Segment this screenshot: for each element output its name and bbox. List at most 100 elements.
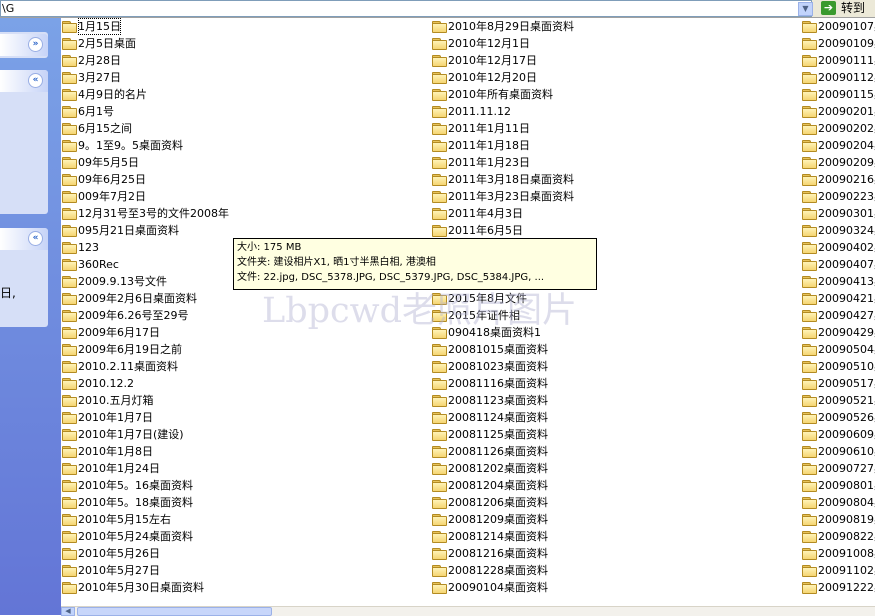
- folder-name: 20081023桌面资料: [448, 360, 548, 373]
- go-button[interactable]: ➔ 转到: [819, 0, 875, 17]
- task-panel-text: 日,: [0, 286, 16, 300]
- folder-icon: [62, 378, 77, 390]
- folder-name: 20090202桌: [818, 122, 875, 135]
- folder-icon: [62, 225, 77, 237]
- folder-name: 2月5日桌面: [78, 37, 136, 50]
- folder-icon: [432, 174, 447, 186]
- folder-icon: [432, 123, 447, 135]
- folder-name: 20081202桌面资料: [448, 462, 548, 475]
- folder-name: 20081216桌面资料: [448, 547, 548, 560]
- folder-icon: [802, 344, 817, 356]
- folder-icon: [432, 463, 447, 475]
- folder-info-tooltip: 大小: 175 MB 文件夹: 建设相片X1, 晒1寸半黑白相, 港澳相 文件:…: [233, 238, 597, 290]
- folder-icon: [432, 378, 447, 390]
- expand-chevron-icon[interactable]: »: [28, 37, 43, 52]
- folder-name: 2010年12月17日: [448, 54, 537, 67]
- folder-name: 20090201桌: [818, 105, 875, 118]
- folder-name: 2011年4月3日: [448, 207, 523, 220]
- folder-icon: [802, 429, 817, 441]
- folder-name: 20090504桌: [818, 343, 875, 356]
- folder-name: 2010年1月7日(建设): [78, 428, 184, 441]
- folder-icon: [802, 55, 817, 67]
- folder-name: 4月9日的名片: [78, 88, 147, 101]
- folder-name: 20090115桌: [818, 88, 875, 101]
- folder-icon: [62, 446, 77, 458]
- folder-name: 20090801桌: [818, 479, 875, 492]
- folder-icon: [62, 55, 77, 67]
- folder-icon: [802, 514, 817, 526]
- folder-icon: [432, 548, 447, 560]
- folder-icon: [432, 480, 447, 492]
- folder-icon: [62, 208, 77, 220]
- folder-name: 2011年1月18日: [448, 139, 530, 152]
- folder-name: 20081209桌面资料: [448, 513, 548, 526]
- tooltip-files: 文件: 22.jpg, DSC_5378.JPG, DSC_5379.JPG, …: [237, 272, 545, 283]
- folder-icon: [62, 21, 77, 33]
- folder-name: 2011年3月23日桌面资料: [448, 190, 574, 203]
- folder-icon: [802, 38, 817, 50]
- folder-icon: [802, 310, 817, 322]
- folder-name: 2010年5月26日: [78, 547, 160, 560]
- folder-icon: [802, 565, 817, 577]
- folder-icon: [802, 208, 817, 220]
- folder-icon: [62, 276, 77, 288]
- folder-name: 2011年1月23日: [448, 156, 530, 169]
- folder-name: 20090111桌: [818, 54, 875, 67]
- folder-name: 20091222桌: [818, 581, 875, 594]
- folder-icon: [802, 21, 817, 33]
- collapse-chevron-icon[interactable]: «: [28, 73, 43, 88]
- folder-icon: [802, 446, 817, 458]
- folder-icon: [432, 106, 447, 118]
- folder-name: 20090804桌: [818, 496, 875, 509]
- folder-name: 20090109桌: [818, 37, 875, 50]
- folder-icon: [432, 361, 447, 373]
- folder-icon: [62, 480, 77, 492]
- folder-name: 20081116桌面资料: [448, 377, 548, 390]
- folder-icon: [802, 72, 817, 84]
- task-panel-3-header[interactable]: «: [0, 228, 48, 250]
- folder-icon: [802, 361, 817, 373]
- folder-name: 2010年1月8日: [78, 445, 153, 458]
- address-dropdown-icon[interactable]: ▼: [798, 2, 813, 16]
- folder-name: 09年6月25日: [78, 173, 146, 186]
- folder-name: 20090216桌: [818, 173, 875, 186]
- folder-name: 20090427桌: [818, 309, 875, 322]
- folder-icon: [62, 344, 77, 356]
- task-panel-1-header[interactable]: »: [0, 34, 48, 56]
- folder-name: 2009年2月6日桌面资料: [78, 292, 197, 305]
- folder-name: 20081214桌面资料: [448, 530, 548, 543]
- folder-icon: [432, 89, 447, 101]
- folder-name: 20090324桌: [818, 224, 875, 237]
- address-path-text: \G: [2, 2, 15, 15]
- folder-name: 009年7月2日: [78, 190, 146, 203]
- folder-icon: [432, 21, 447, 33]
- collapse-chevron-icon[interactable]: «: [28, 231, 43, 246]
- folder-icon: [62, 242, 77, 254]
- folder-name: 20090517桌: [818, 377, 875, 390]
- folder-name: 123: [78, 241, 99, 254]
- folder-icon: [62, 395, 77, 407]
- folder-name: 095月21日桌面资料: [78, 224, 179, 237]
- folder-name: 20091102桌: [818, 564, 875, 577]
- folder-name: 20090727桌: [818, 462, 875, 475]
- folder-name: 2010.12.2: [78, 377, 134, 390]
- folder-name: 2010年5。18桌面资料: [78, 496, 193, 509]
- folder-icon: [802, 276, 817, 288]
- folder-name: 20090510桌: [818, 360, 875, 373]
- folder-icon: [432, 514, 447, 526]
- task-panel-2-header[interactable]: «: [0, 70, 48, 92]
- folder-icon: [62, 412, 77, 424]
- folder-name: 2010年5月30日桌面资料: [78, 581, 204, 594]
- folder-icon: [62, 531, 77, 543]
- folder-icon: [62, 497, 77, 509]
- folder-name: 09年5月5日: [78, 156, 139, 169]
- folder-name: 20090413桌: [818, 275, 875, 288]
- address-input[interactable]: \G ▼: [0, 0, 813, 17]
- folder-name: 20090209桌: [818, 156, 875, 169]
- folder-icon: [62, 191, 77, 203]
- folder-name: 360Rec: [78, 258, 119, 271]
- go-arrow-icon: ➔: [821, 1, 836, 15]
- folder-icon: [432, 531, 447, 543]
- folder-name: 20081123桌面资料: [448, 394, 548, 407]
- folder-name: 20090609桌: [818, 428, 875, 441]
